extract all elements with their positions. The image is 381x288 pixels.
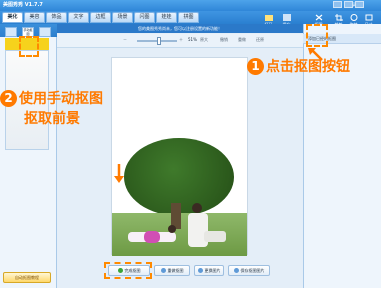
scissors-icon: [315, 14, 322, 21]
menu-tab-flash[interactable]: 闪图: [134, 12, 155, 23]
redo-button[interactable]: 重做: [238, 37, 246, 43]
zoom-in-icon[interactable]: ＋: [179, 37, 183, 43]
cutout-button-highlight: [306, 24, 328, 47]
close-button[interactable]: [355, 1, 364, 8]
menu-bar: 美化 美容 饰品 文字 边框 场景 闪图 娃娃 拼图 打开 保存 抠图 裁剪 旋…: [0, 11, 381, 27]
menu-tab-text[interactable]: 文字: [68, 12, 89, 23]
arrow-down-icon: [114, 164, 124, 183]
menu-tab-beautify[interactable]: 美化: [2, 12, 23, 23]
save-cutout-button[interactable]: 保存抠图图片: [228, 265, 270, 276]
rotate-icon: [350, 14, 357, 21]
step2-callout-line2: 抠取前景: [24, 111, 80, 127]
actual-size-button[interactable]: 原大: [200, 37, 208, 43]
menu-tab-doll[interactable]: 娃娃: [156, 12, 177, 23]
step2-callout: 2 使用手动抠图: [0, 88, 103, 108]
girl-head: [168, 225, 176, 233]
zoom-bar: － ＋ 51% 原大 撤销 重做 还原: [57, 34, 303, 48]
zoom-slider-handle[interactable]: [157, 37, 161, 45]
change-image-button[interactable]: 更换图片: [194, 265, 224, 276]
save-icon: [233, 268, 239, 273]
zoom-out-icon[interactable]: －: [123, 37, 127, 43]
menu-tab-collage[interactable]: 拼图: [178, 12, 199, 23]
auto-cutout-tutorial-button[interactable]: 自动抠图教程: [3, 272, 51, 283]
menu-tab-accessory[interactable]: 饰品: [46, 12, 67, 23]
menu-tab-frame[interactable]: 边框: [90, 12, 111, 23]
finish-button-highlight: [104, 262, 152, 279]
manual-tab-highlight: [19, 36, 39, 57]
girl-skirt: [144, 231, 160, 243]
zoom-value: 51%: [188, 37, 197, 42]
photo[interactable]: [112, 135, 247, 256]
app-title: 美图秀秀 V1.7.7: [3, 2, 43, 8]
maximize-button[interactable]: [344, 1, 353, 8]
menu-tab-scene[interactable]: 场景: [112, 12, 133, 23]
lp-tab-auto[interactable]: [5, 27, 17, 37]
title-bar: 美图秀秀 V1.7.7 登录: [0, 0, 381, 11]
disk-icon: [282, 14, 291, 21]
step1-callout: 1 点击抠图按钮: [247, 56, 350, 76]
undo-button[interactable]: 撤销: [220, 37, 228, 43]
lp-tab-shape[interactable]: [39, 27, 51, 37]
window-controls: [331, 1, 377, 10]
boy-head: [192, 203, 202, 213]
status-strip: 您的美图秀秀尚未，您可以注册设置的新功能！: [57, 24, 303, 33]
boy-legs: [204, 231, 226, 242]
redo-icon: [160, 268, 166, 273]
crop-icon: [334, 14, 343, 21]
redo-cutout-button[interactable]: 重做抠图: [154, 265, 190, 276]
restore-button[interactable]: 还原: [256, 37, 264, 43]
boy-figure: [188, 213, 208, 247]
menu-tab-cosmetic[interactable]: 美容: [24, 12, 45, 23]
resize-icon: [365, 14, 372, 21]
image-icon: [197, 268, 203, 273]
minimize-button[interactable]: [333, 1, 342, 8]
folder-icon: [264, 15, 273, 21]
